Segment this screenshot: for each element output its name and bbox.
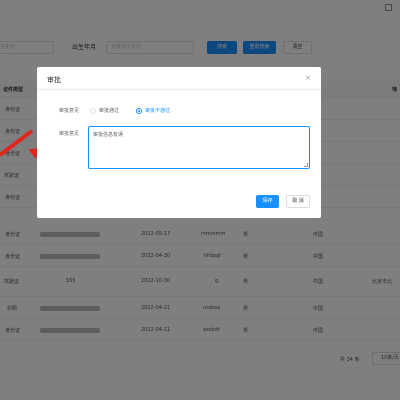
radio-fail-icon xyxy=(136,107,142,114)
resize-handle-icon[interactable] xyxy=(304,163,308,167)
close-icon[interactable]: × xyxy=(305,74,311,82)
dialog-divider xyxy=(37,89,321,90)
save-button[interactable]: 保存 xyxy=(256,195,279,208)
cancel-button[interactable]: 取 消 xyxy=(286,195,310,208)
dialog-title: 审批 xyxy=(47,76,61,84)
radio-pass-label: 审批通过 xyxy=(99,108,120,114)
remark-label: 审批意见 xyxy=(59,131,80,137)
approval-dialog: 审批 × 审批意见 审批通过 审批不通过 审批意见 审批信息有误 保存 取 消 xyxy=(37,67,321,218)
radio-pass[interactable]: 审批通过 xyxy=(90,107,119,114)
radio-pass-icon xyxy=(90,107,96,114)
radio-fail-label: 审批不通过 xyxy=(145,108,171,114)
remark-textarea[interactable]: 审批信息有误 xyxy=(88,126,310,169)
radio-fail[interactable]: 审批不通过 xyxy=(136,107,170,114)
remark-text: 审批信息有误 xyxy=(93,132,124,138)
opinion-label: 审批意见 xyxy=(59,108,80,114)
